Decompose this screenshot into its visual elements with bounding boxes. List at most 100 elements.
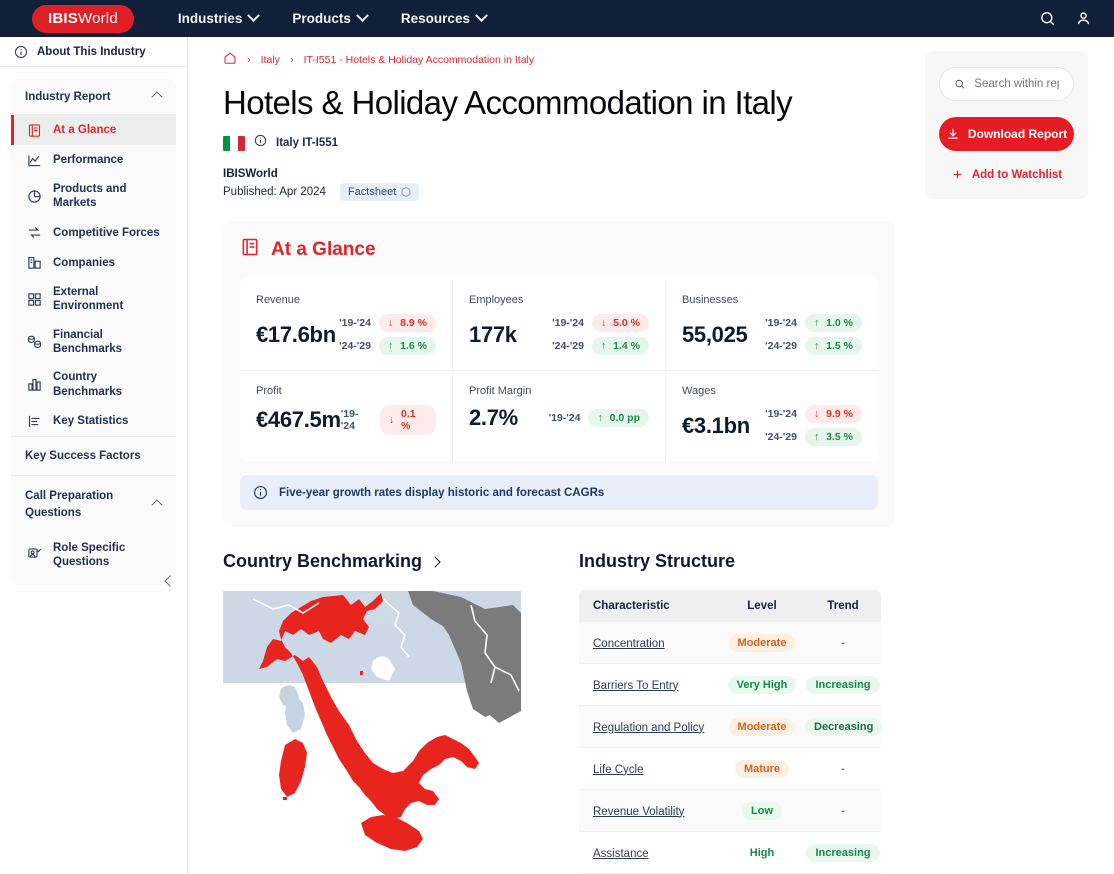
metric-period: '24-'29 bbox=[552, 340, 584, 352]
content-columns: › Italy › IT-I551 - Hotels & Holiday Acc… bbox=[188, 37, 1114, 874]
breadcrumb-current[interactable]: IT-I551 - Hotels & Holiday Accommodation… bbox=[304, 54, 535, 66]
metric-period: '24-'29 bbox=[339, 340, 371, 352]
pie-chart-icon bbox=[26, 188, 42, 204]
column-header-characteristic: Characteristic bbox=[593, 600, 670, 612]
metric-value: €467.5m bbox=[256, 407, 341, 432]
sidebar-group-call-preparation[interactable]: Call Preparation Questions bbox=[11, 475, 176, 534]
country-benchmarking-header[interactable]: Country Benchmarking bbox=[223, 551, 553, 572]
metric-value: 177k bbox=[469, 321, 517, 347]
table-row: Revenue Volatility Low - bbox=[579, 790, 881, 832]
metric-delta-value: 1.4 % bbox=[613, 340, 640, 352]
sidebar-collapse-button[interactable] bbox=[160, 571, 180, 591]
nav-item-products[interactable]: Products bbox=[292, 9, 369, 26]
metric-delta-badge: ↑ 1.0 % bbox=[804, 314, 862, 332]
sidebar-item-label: Financial Benchmarks bbox=[53, 328, 123, 355]
sidebar-item-products-and-markets[interactable]: Products and Markets bbox=[11, 175, 176, 218]
download-icon bbox=[948, 128, 958, 139]
level-badge: Moderate bbox=[728, 634, 796, 652]
characteristic-link[interactable]: Life Cycle bbox=[593, 764, 644, 776]
metric-chip-row: '24-'29 ↑ 1.5 % bbox=[765, 337, 862, 355]
add-to-watchlist-label: Add to Watchlist bbox=[971, 168, 1063, 181]
metric-delta-badge: ↑ 1.6 % bbox=[378, 337, 436, 355]
report-icon bbox=[26, 122, 42, 138]
metric-chips: '19-'24 ↑ 0.0 pp bbox=[549, 409, 649, 427]
table-row: Life Cycle Mature - bbox=[579, 748, 881, 790]
trend-badge: - bbox=[841, 805, 845, 817]
level-badge: Low bbox=[742, 802, 782, 820]
nav-item-industries[interactable]: Industries bbox=[178, 9, 261, 26]
trend-badge: Decreasing bbox=[805, 718, 883, 736]
column-header-trend: Trend bbox=[827, 600, 859, 612]
italy-map bbox=[223, 591, 521, 853]
characteristic-link[interactable]: Concentration bbox=[593, 638, 665, 650]
metric-row: Profit €467.5m '19-'24 ↓ 0.1 % Profit Ma… bbox=[240, 370, 878, 461]
characteristic-link[interactable]: Assistance bbox=[593, 848, 649, 860]
download-report-button[interactable]: Download Report bbox=[939, 117, 1074, 151]
metric-chip-row: '19-'24 ↓ 0.1 % bbox=[341, 405, 436, 435]
search-input[interactable] bbox=[974, 78, 1059, 90]
arrows-icon bbox=[26, 225, 42, 241]
metric-employees: Employees 177k '19-'24 ↓ 5.0 % '24-'29 ↑… bbox=[452, 280, 665, 370]
level-badge: Mature bbox=[734, 760, 790, 778]
metric-wages: Wages €3.1bn '19-'24 ↓ 9.9 % '24-'29 ↑ 3… bbox=[665, 371, 878, 461]
metric-row: Revenue €17.6bn '19-'24 ↓ 8.9 % '24-'29 … bbox=[240, 280, 878, 370]
user-icon[interactable] bbox=[1075, 10, 1092, 27]
table-row: Regulation and Policy Moderate Decreasin… bbox=[579, 706, 883, 748]
nav-item-resources[interactable]: Resources bbox=[401, 9, 488, 26]
metric-value: €17.6bn bbox=[256, 321, 336, 347]
ibisworld-logo[interactable]: IBISWorld bbox=[32, 4, 134, 33]
bar-chart-icon bbox=[26, 377, 42, 393]
search-icon[interactable] bbox=[1039, 10, 1056, 27]
sidebar-group-industry-report[interactable]: Industry Report bbox=[11, 79, 176, 115]
page-shell: About This Industry Industry Report At a… bbox=[0, 37, 1114, 874]
metric-period: '19-'24 bbox=[548, 412, 581, 424]
add-to-watchlist-button[interactable]: Add to Watchlist bbox=[939, 168, 1074, 181]
sidebar-item-at-a-glance[interactable]: At a Glance bbox=[11, 115, 176, 145]
sidebar-item-companies[interactable]: Companies bbox=[11, 248, 176, 278]
home-icon[interactable] bbox=[223, 51, 237, 68]
action-rail-column: Download Report Add to Watchlist bbox=[925, 37, 1088, 874]
breadcrumb-country[interactable]: Italy bbox=[261, 54, 280, 66]
metric-body: 2.7% '19-'24 ↑ 0.0 pp bbox=[469, 405, 649, 431]
metric-period: '24-'29 bbox=[765, 340, 797, 352]
sidebar-item-key-statistics[interactable]: Key Statistics bbox=[11, 406, 176, 436]
metric-delta-badge: ↑ 3.5 % bbox=[804, 428, 862, 446]
metric-delta-badge: ↑ 1.5 % bbox=[804, 337, 862, 355]
metric-delta-badge: ↑ 0.0 pp bbox=[588, 409, 649, 427]
sidebar-item-role-specific-questions[interactable]: Role Specific Questions bbox=[11, 534, 176, 584]
trend-badge: Increasing bbox=[806, 676, 880, 694]
sidebar-item-performance[interactable]: Performance bbox=[11, 145, 176, 175]
about-label: About This Industry bbox=[37, 45, 146, 58]
metric-period: '24-'29 bbox=[765, 431, 797, 443]
metric-delta-value: 9.9 % bbox=[826, 408, 853, 420]
metric-label: Profit bbox=[256, 385, 282, 397]
metric-period: '19-'24 bbox=[340, 408, 359, 432]
metric-chip-row: '19-'24 ↓ 5.0 % bbox=[552, 314, 649, 332]
chevron-right-icon bbox=[429, 555, 441, 568]
about-this-industry-button[interactable]: About This Industry bbox=[0, 37, 187, 67]
publish-line: Published: Apr 2024 Factsheet bbox=[223, 183, 895, 201]
sidebar-item-financial-benchmarks[interactable]: Financial Benchmarks bbox=[11, 321, 176, 364]
sidebar-item-external-environment[interactable]: External Environment bbox=[11, 278, 176, 321]
info-icon[interactable] bbox=[254, 134, 267, 152]
metric-delta-badge: ↓ 8.9 % bbox=[378, 314, 436, 332]
metric-delta-value: 3.5 % bbox=[826, 431, 853, 443]
metric-value: 55,025 bbox=[682, 321, 748, 347]
logo-text-bold: IBIS bbox=[48, 9, 78, 27]
metric-chip-row: '19-'24 ↓ 9.9 % bbox=[765, 405, 862, 423]
nav-products-label: Products bbox=[292, 11, 351, 26]
sidebar-item-label: Competitive Forces bbox=[53, 226, 160, 239]
factsheet-badge[interactable]: Factsheet bbox=[339, 183, 420, 201]
publisher-block: IBISWorld Published: Apr 2024 Factsheet bbox=[223, 168, 895, 201]
sidebar-item-competitive-forces[interactable]: Competitive Forces bbox=[11, 218, 176, 248]
characteristic-link[interactable]: Revenue Volatility bbox=[593, 806, 684, 818]
sidebar-item-key-success-factors[interactable]: Key Success Factors bbox=[11, 436, 176, 475]
sidebar-item-label: Companies bbox=[53, 256, 115, 269]
search-within-report[interactable] bbox=[939, 67, 1074, 101]
sidebar-item-country-benchmarks[interactable]: Country Benchmarks bbox=[11, 363, 176, 406]
country-benchmarking-panel: Country Benchmarking bbox=[223, 551, 553, 874]
characteristic-link[interactable]: Barriers To Entry bbox=[593, 680, 678, 692]
characteristic-link[interactable]: Regulation and Policy bbox=[593, 722, 704, 734]
download-report-label: Download Report bbox=[967, 127, 1068, 141]
metric-delta-value: 1.0 % bbox=[826, 317, 853, 329]
